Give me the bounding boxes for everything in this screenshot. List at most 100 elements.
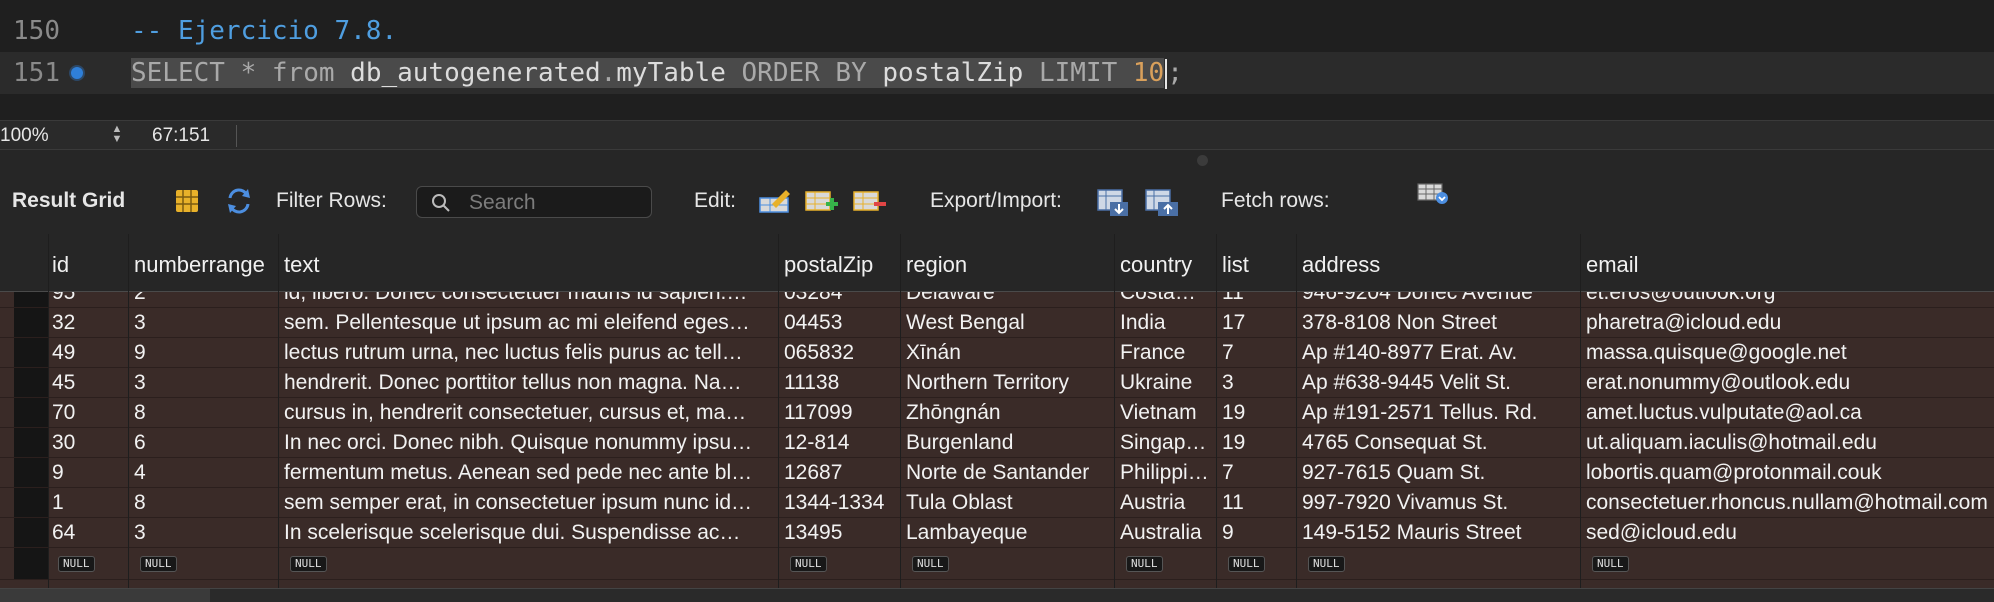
cell-address[interactable]: Ap #191-2571 Tellus. Rd. (1302, 400, 1576, 426)
null-badge[interactable]: NULL (790, 556, 827, 572)
null-badge[interactable]: NULL (290, 556, 327, 572)
column-divider[interactable] (128, 234, 129, 588)
cell-id[interactable]: 95 (52, 292, 122, 306)
row-selector[interactable] (14, 398, 48, 427)
table-row[interactable]: 1 8 sem semper erat, in consectetuer ipsum… (0, 488, 1994, 518)
cell-list[interactable]: 9 (1222, 520, 1292, 546)
row-selector[interactable] (14, 308, 48, 337)
cell-id[interactable]: 49 (52, 340, 122, 366)
edit-row-icon[interactable] (758, 186, 790, 216)
cell-address[interactable]: Ap #638-9445 Velit St. (1302, 370, 1576, 396)
row-selector[interactable] (14, 338, 48, 367)
null-badge[interactable]: NULL (1308, 556, 1345, 572)
cell-list[interactable]: 17 (1222, 310, 1292, 336)
cell-id[interactable]: 1 (52, 490, 122, 516)
null-badge[interactable]: NULL (912, 556, 949, 572)
cell-email[interactable]: pharetra@icloud.edu (1586, 310, 1994, 336)
table-row[interactable]: 30 6 In nec orci. Donec nibh. Quisque nonu… (0, 428, 1994, 458)
cell-text[interactable]: sem semper erat, in consectetuer ipsum n… (284, 490, 774, 516)
cell-address[interactable]: Ap #140-8977 Erat. Av. (1302, 340, 1576, 366)
cell-text[interactable]: cursus in, hendrerit consectetuer, cursu… (284, 400, 774, 426)
cell-country[interactable]: Singap… (1120, 430, 1212, 456)
column-divider[interactable] (1216, 234, 1217, 588)
cell-region[interactable]: Burgenland (906, 430, 1110, 456)
cell-numberrange[interactable]: 8 (134, 400, 274, 426)
cell-address[interactable]: 4765 Consequat St. (1302, 430, 1576, 456)
cell-id[interactable]: 32 (52, 310, 122, 336)
delete-row-icon[interactable] (852, 186, 886, 216)
result-grid[interactable]: id numberrange text postalZip region cou… (0, 234, 1994, 588)
cell-postalzip[interactable]: 04453 (784, 310, 896, 336)
cell-country[interactable]: India (1120, 310, 1212, 336)
cell-email[interactable]: massa.quisque@google.net (1586, 340, 1994, 366)
cell-list[interactable]: 3 (1222, 370, 1292, 396)
column-divider[interactable] (900, 234, 901, 588)
cell-region[interactable]: Lambayeque (906, 520, 1110, 546)
cell-numberrange[interactable]: 6 (134, 430, 274, 456)
cell-region[interactable]: Northern Territory (906, 370, 1110, 396)
cell-list[interactable]: 11 (1222, 292, 1292, 306)
cell-region[interactable]: Tula Oblast (906, 490, 1110, 516)
result-tab[interactable] (0, 589, 210, 602)
column-header-address[interactable]: address (1302, 252, 1380, 278)
export-icon[interactable] (1096, 186, 1128, 216)
cell-address[interactable]: 149-5152 Mauris Street (1302, 520, 1576, 546)
cell-country[interactable]: France (1120, 340, 1212, 366)
column-divider[interactable] (1580, 234, 1581, 588)
cell-text[interactable]: lectus rutrum urna, nec luctus felis pur… (284, 340, 774, 366)
cell-country[interactable]: Vietnam (1120, 400, 1212, 426)
column-header-email[interactable]: email (1586, 252, 1639, 278)
table-row[interactable]: 32 3 sem. Pellentesque ut ipsum ac mi elei… (0, 308, 1994, 338)
cell-id[interactable]: 45 (52, 370, 122, 396)
cell-postalzip[interactable]: 1344-1334 (784, 490, 896, 516)
grid-view-icon[interactable] (172, 186, 202, 216)
cell-numberrange[interactable]: 3 (134, 520, 274, 546)
cell-text[interactable]: id, libero. Donec consectetuer mauris id… (284, 292, 774, 306)
cell-email[interactable]: lobortis.quam@protonmail.couk (1586, 460, 1994, 486)
row-selector[interactable] (14, 548, 48, 579)
column-header-text[interactable]: text (284, 252, 319, 278)
cell-list[interactable]: 19 (1222, 400, 1292, 426)
zoom-stepper-icon[interactable]: ▲ ▼ (110, 124, 124, 146)
table-row[interactable]: 64 3 In scelerisque scelerisque dui. Suspe… (0, 518, 1994, 548)
cell-address[interactable]: 946-9204 Donec Avenue (1302, 292, 1576, 306)
row-selector[interactable] (14, 428, 48, 457)
cell-id[interactable]: 70 (52, 400, 122, 426)
cell-postalzip[interactable]: 065832 (784, 340, 896, 366)
cell-region[interactable]: Delaware (906, 292, 1110, 306)
null-badge[interactable]: NULL (1592, 556, 1629, 572)
cell-numberrange[interactable]: 3 (134, 370, 274, 396)
cell-numberrange[interactable]: 9 (134, 340, 274, 366)
cell-list[interactable]: 11 (1222, 490, 1292, 516)
cell-text[interactable]: In nec orci. Donec nibh. Quisque nonummy… (284, 430, 774, 456)
cell-postalzip[interactable]: 13495 (784, 520, 896, 546)
fetch-next-rows-icon[interactable] (1416, 180, 1448, 210)
null-badge[interactable]: NULL (58, 556, 95, 572)
cell-list[interactable]: 7 (1222, 460, 1292, 486)
cell-list[interactable]: 7 (1222, 340, 1292, 366)
column-divider[interactable] (278, 234, 279, 588)
cell-region[interactable]: Xīnán (906, 340, 1110, 366)
column-divider[interactable] (1296, 234, 1297, 588)
cell-list[interactable]: 19 (1222, 430, 1292, 456)
cell-text[interactable]: In scelerisque scelerisque dui. Suspendi… (284, 520, 774, 546)
column-divider[interactable] (48, 234, 49, 588)
cell-address[interactable]: 997-7920 Vivamus St. (1302, 490, 1576, 516)
cell-postalzip[interactable]: 11138 (784, 370, 896, 396)
row-selector[interactable] (14, 458, 48, 487)
cell-postalzip[interactable]: 12687 (784, 460, 896, 486)
column-header-list[interactable]: list (1222, 252, 1249, 278)
cell-email[interactable]: consectetuer.rhoncus.nullam@hotmail.com (1586, 490, 1994, 516)
editor-line-151[interactable]: 151 SELECT * from db_autogenerated.myTab… (0, 52, 1994, 94)
cell-text[interactable]: fermentum metus. Aenean sed pede nec ant… (284, 460, 774, 486)
null-badge[interactable]: NULL (1228, 556, 1265, 572)
statement-marker-icon[interactable] (71, 67, 83, 79)
column-divider[interactable] (778, 234, 779, 588)
row-selector[interactable] (14, 518, 48, 547)
cell-region[interactable]: Norte de Santander (906, 460, 1110, 486)
filter-search-input[interactable]: Search (416, 186, 652, 218)
cell-email[interactable]: ut.aliquam.iaculis@hotmail.edu (1586, 430, 1994, 456)
cell-id[interactable]: 9 (52, 460, 122, 486)
column-header-numberrange[interactable]: numberrange (134, 252, 265, 278)
column-header-region[interactable]: region (906, 252, 967, 278)
